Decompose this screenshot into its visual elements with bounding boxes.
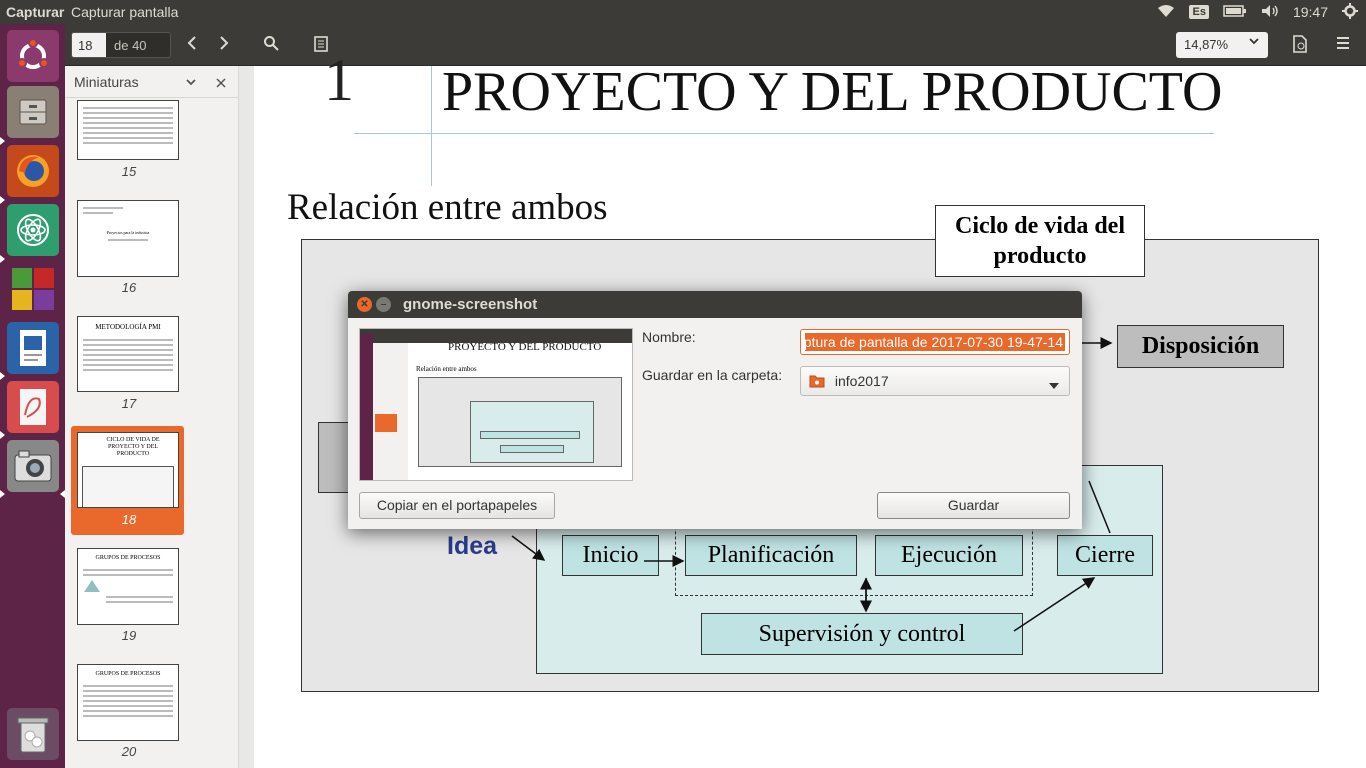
thumbnail-label: 17	[121, 396, 137, 411]
running-indicator	[0, 255, 5, 263]
wifi-icon[interactable]	[1157, 4, 1175, 21]
dialog-title: gnome-screenshot	[403, 296, 538, 313]
atom-icon[interactable]	[7, 204, 59, 256]
folder-value: info2017	[834, 373, 889, 389]
sidebar-header: Miniaturas	[65, 66, 238, 98]
thumbnail-title: METODOLOGÍA PMI	[95, 323, 161, 331]
zoom-selector[interactable]: 14,87%	[1176, 32, 1268, 58]
document-viewer-icon[interactable]	[7, 381, 59, 433]
folder-label: Guardar en la carpeta:	[642, 367, 783, 383]
volume-icon[interactable]	[1261, 4, 1279, 21]
copy-to-clipboard-button[interactable]: Copiar en el portapapeles	[359, 492, 555, 519]
window-title: Capturar pantalla	[71, 4, 179, 20]
keyboard-layout-indicator[interactable]: Es	[1189, 5, 1209, 19]
page-number-input[interactable]: 18	[72, 33, 106, 57]
close-icon[interactable]	[216, 75, 226, 91]
save-screenshot-dialog: ✕ – gnome-screenshot PROYECTO Y DEL PROD…	[348, 291, 1082, 529]
app-menu-title[interactable]: Capturar pantalla	[6, 4, 67, 20]
trash-icon[interactable]	[7, 708, 59, 760]
thumbnail-page-20[interactable]: GRUPOS DE PROCESOS	[77, 664, 179, 741]
page-navigator[interactable]: 18 de 40	[71, 32, 171, 58]
clock[interactable]: 19:47	[1293, 4, 1328, 20]
close-icon[interactable]: ✕	[357, 297, 372, 312]
gear-icon[interactable]	[1342, 2, 1358, 22]
dropdown-arrow-icon	[1049, 377, 1059, 393]
thumbnail-label: 16	[121, 280, 137, 295]
dialog-titlebar: ✕ – gnome-screenshot	[348, 291, 1082, 318]
thumbnail-page-17[interactable]: METODOLOGÍA PMI	[77, 316, 179, 392]
ubuntu-logo-icon[interactable]	[7, 30, 59, 82]
search-icon[interactable]	[263, 35, 279, 54]
running-indicator	[0, 196, 5, 204]
running-indicator	[0, 490, 5, 498]
thumbnail-page-15[interactable]	[77, 100, 179, 160]
thumbnails-sidebar: Miniaturas 15 Proyectos para la industri…	[65, 66, 239, 768]
filename-value: Captura de pantalla de 2017-07-30 19-47-…	[805, 333, 1065, 351]
save-button[interactable]: Guardar	[877, 492, 1070, 519]
libreoffice-icon[interactable]	[7, 263, 59, 315]
chevron-down-icon[interactable]	[185, 75, 197, 91]
preview-heading: PROYECTO Y DEL PRODUCTO	[448, 341, 602, 353]
thumbnail-label: 18	[121, 512, 137, 527]
page-total: de 40	[114, 38, 147, 53]
next-page-icon[interactable]	[217, 35, 231, 54]
files-icon[interactable]	[7, 86, 59, 138]
thumbnail-label: 20	[121, 744, 137, 759]
minimize-icon[interactable]: –	[376, 297, 391, 312]
screenshot-app-icon[interactable]	[7, 440, 59, 492]
thumbnail-title: GRUPOS DE PROCESOS	[95, 555, 161, 561]
folder-selector[interactable]: info2017	[800, 366, 1070, 396]
folder-icon	[809, 374, 825, 391]
impress-icon[interactable]	[7, 322, 59, 374]
running-indicator	[0, 137, 5, 145]
thumbnail-label: 19	[121, 628, 137, 643]
hamburger-menu-icon[interactable]	[1335, 35, 1351, 54]
thumbnail-title: CICLO DE VIDA DE PROYECTO Y DEL PRODUCTO	[106, 437, 160, 457]
name-label: Nombre:	[642, 329, 696, 345]
preview-subtitle: Relación entre ambos	[416, 365, 477, 373]
thumbnail-page-16[interactable]: Proyectos para la industria	[77, 200, 179, 277]
sidebar-title[interactable]: Miniaturas	[74, 74, 139, 90]
top-panel: Capturar pantalla Capturar pantalla Es 1…	[0, 0, 1366, 24]
running-indicator	[0, 372, 5, 380]
screenshot-preview: PROYECTO Y DEL PRODUCTO Relación entre a…	[359, 328, 633, 481]
previous-page-icon[interactable]	[185, 35, 199, 54]
thumbnail-page-19[interactable]: GRUPOS DE PROCESOS	[77, 548, 179, 625]
launcher	[0, 24, 65, 768]
thumbnail-title: GRUPOS DE PROCESOS	[95, 671, 161, 677]
filename-input[interactable]: Captura de pantalla de 2017-07-30 19-47-…	[800, 329, 1070, 355]
firefox-icon[interactable]	[7, 145, 59, 197]
zoom-value: 14,87%	[1184, 37, 1229, 52]
thumbnail-title: Proyectos para la industria	[106, 230, 150, 235]
document-properties-icon[interactable]	[1292, 35, 1308, 56]
battery-icon[interactable]	[1223, 4, 1247, 20]
thumbnail-page-18[interactable]: CICLO DE VIDA DE PROYECTO Y DEL PRODUCTO	[77, 432, 179, 508]
running-indicator	[0, 431, 5, 439]
chevron-down-icon	[1248, 35, 1260, 50]
thumbnail-label: 15	[121, 164, 137, 179]
